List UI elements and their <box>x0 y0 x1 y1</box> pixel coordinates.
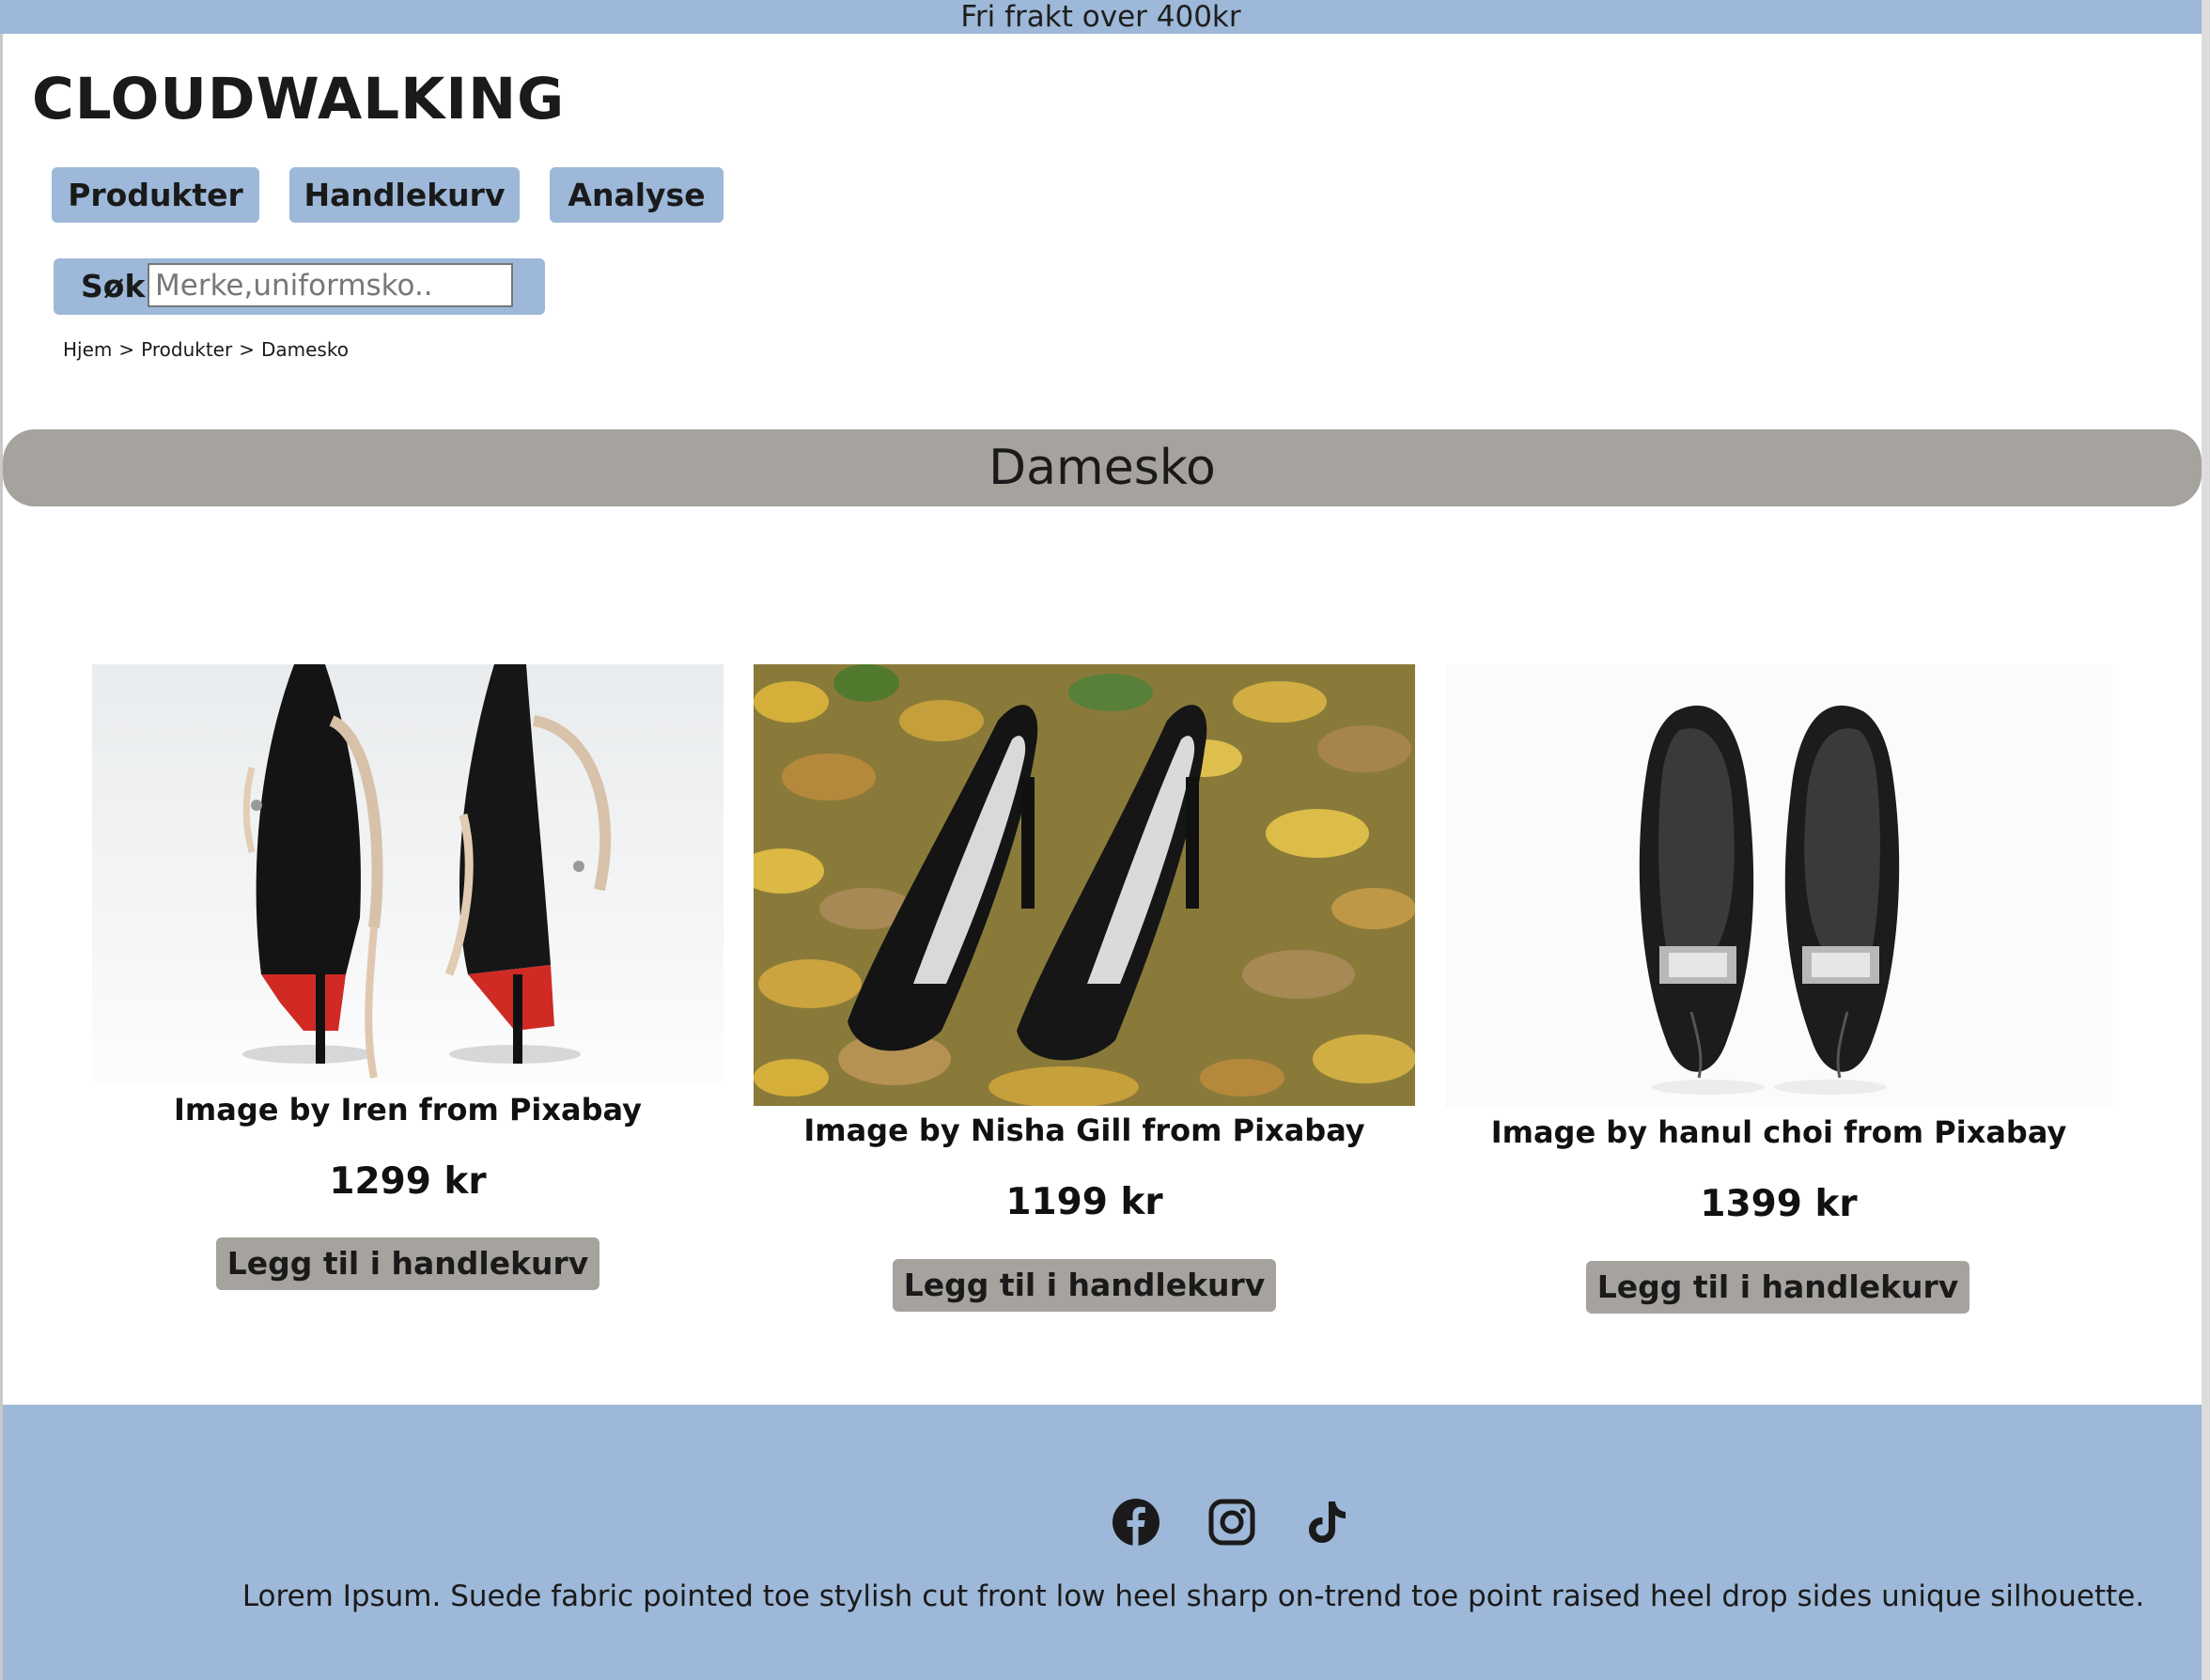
breadcrumb-separator: > <box>239 338 255 361</box>
site-logo[interactable]: CLOUDWALKING <box>32 66 565 132</box>
product-image[interactable] <box>92 664 724 1085</box>
product-caption: Image by hanul choi from Pixabay <box>1490 1114 2067 1150</box>
nav-analyse-button[interactable]: Analyse <box>550 167 724 223</box>
instagram-icon[interactable] <box>1207 1498 1256 1547</box>
product-card: Image by Iren from Pixabay 1299 kr Legg … <box>92 664 724 1294</box>
breadcrumb-separator: > <box>118 338 135 361</box>
window-frame-right <box>2202 0 2210 1680</box>
free-shipping-banner: Fri frakt over 400kr <box>0 0 2202 34</box>
product-image[interactable] <box>1445 664 2112 1108</box>
footer-text: Lorem Ipsum. Suede fabric pointed toe st… <box>241 1579 2145 1613</box>
product-image[interactable] <box>754 664 1415 1106</box>
product-caption: Image by Iren from Pixabay <box>173 1092 642 1128</box>
heels-leaves-photo <box>754 664 1415 1106</box>
add-to-cart-button[interactable]: Legg til i handlekurv <box>893 1259 1276 1312</box>
nav-handlekurv-button[interactable]: Handlekurv <box>289 167 520 223</box>
add-to-cart-button[interactable]: Legg til i handlekurv <box>216 1237 599 1290</box>
product-caption: Image by Nisha Gill from Pixabay <box>803 1112 1365 1148</box>
footer <box>3 1405 2202 1680</box>
product-card: Image by hanul choi from Pixabay 1399 kr… <box>1445 664 2112 1318</box>
breadcrumb-damesko: Damesko <box>260 338 349 361</box>
add-to-cart-button[interactable]: Legg til i handlekurv <box>1586 1261 1969 1314</box>
product-card: Image by Nisha Gill from Pixabay 1199 kr… <box>754 664 1415 1316</box>
product-price: 1399 kr <box>1700 1183 1858 1225</box>
search-box: Søk <box>54 258 545 315</box>
tiktok-icon[interactable] <box>1302 1498 1351 1547</box>
product-price: 1299 kr <box>329 1160 487 1203</box>
category-title: Damesko <box>3 429 2202 506</box>
search-input[interactable] <box>148 263 513 307</box>
pumps-front-photo <box>1445 664 2112 1108</box>
breadcrumb: Hjem > Produkter > Damesko <box>63 338 349 361</box>
breadcrumb-hjem[interactable]: Hjem <box>63 338 112 361</box>
heels-back-photo <box>92 664 724 1085</box>
product-price: 1199 kr <box>1005 1181 1163 1223</box>
facebook-icon[interactable] <box>1112 1498 1160 1547</box>
breadcrumb-produkter[interactable]: Produkter <box>141 338 232 361</box>
nav-produkter-button[interactable]: Produkter <box>52 167 259 223</box>
search-label: Søk <box>81 268 146 304</box>
